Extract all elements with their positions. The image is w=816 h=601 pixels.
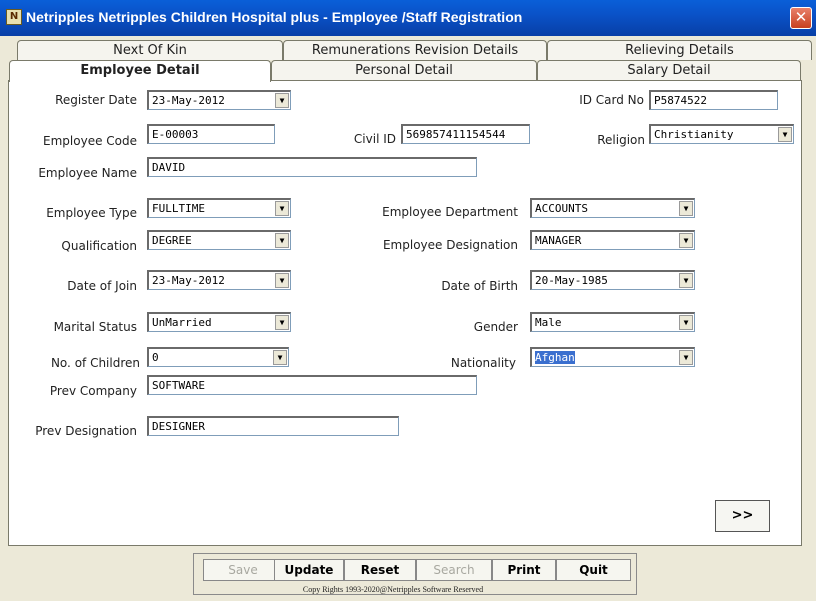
- date-of-join-value: 23-May-2012: [152, 274, 225, 287]
- civil-id-input[interactable]: 569857411154544: [401, 124, 530, 144]
- employee-type-value: FULLTIME: [152, 202, 205, 215]
- qualification-label: Qualification: [61, 239, 137, 253]
- gender-value: Male: [535, 316, 562, 329]
- title-bar[interactable]: N Netripples Netripples Children Hospita…: [0, 0, 816, 36]
- prev-designation-input[interactable]: DESIGNER: [147, 416, 399, 436]
- no-of-children-label: No. of Children: [50, 356, 140, 370]
- search-button[interactable]: Search: [416, 559, 492, 581]
- register-date-combo[interactable]: 23-May-2012 ▼: [147, 90, 291, 110]
- employee-name-input[interactable]: DAVID: [147, 157, 477, 177]
- chevron-down-icon[interactable]: ▼: [273, 350, 287, 365]
- chevron-down-icon[interactable]: ▼: [778, 127, 792, 142]
- id-card-no-label: ID Card No: [579, 93, 644, 107]
- civil-id-label: Civil ID: [353, 132, 396, 146]
- chevron-down-icon[interactable]: ▼: [275, 233, 289, 248]
- employee-designation-combo[interactable]: MANAGER ▼: [530, 230, 695, 250]
- employee-code-input[interactable]: E-00003: [147, 124, 275, 144]
- registration-window: N Netripples Netripples Children Hospita…: [0, 0, 816, 601]
- tab-remunerations-revision[interactable]: Remunerations Revision Details: [283, 40, 547, 60]
- marital-status-value: UnMarried: [152, 316, 212, 329]
- copyright-text: Copy Rights 1993-2020@Netripples Softwar…: [302, 585, 484, 594]
- chevron-down-icon[interactable]: ▼: [679, 233, 693, 248]
- id-card-no-input[interactable]: P5874522: [649, 90, 778, 110]
- date-of-join-combo[interactable]: 23-May-2012 ▼: [147, 270, 291, 290]
- date-of-birth-label: Date of Birth: [441, 279, 518, 293]
- employee-department-label: Employee Department: [382, 205, 518, 219]
- next-page-button[interactable]: >>: [715, 500, 770, 532]
- gender-label: Gender: [473, 320, 518, 334]
- employee-type-label: Employee Type: [46, 206, 137, 220]
- gender-combo[interactable]: Male ▼: [530, 312, 695, 332]
- prev-company-input[interactable]: SOFTWARE: [147, 375, 477, 395]
- tab-salary-detail[interactable]: Salary Detail: [537, 60, 801, 80]
- register-date-label: Register Date: [55, 93, 137, 107]
- chevron-down-icon[interactable]: ▼: [275, 315, 289, 330]
- religion-label: Religion: [597, 133, 645, 147]
- nationality-value: Afghan: [535, 351, 575, 364]
- chevron-down-icon[interactable]: ▼: [275, 201, 289, 216]
- employee-department-combo[interactable]: ACCOUNTS ▼: [530, 198, 695, 218]
- marital-status-label: Marital Status: [53, 320, 137, 334]
- quit-button[interactable]: Quit: [556, 559, 631, 581]
- date-of-join-label: Date of Join: [67, 279, 137, 293]
- tab-next-of-kin[interactable]: Next Of Kin: [17, 40, 283, 60]
- marital-status-combo[interactable]: UnMarried ▼: [147, 312, 291, 332]
- employee-department-value: ACCOUNTS: [535, 202, 588, 215]
- date-of-birth-combo[interactable]: 20-May-1985 ▼: [530, 270, 695, 290]
- chevron-down-icon[interactable]: ▼: [679, 315, 693, 330]
- employee-designation-value: MANAGER: [535, 234, 582, 247]
- prev-company-label: Prev Company: [49, 384, 137, 398]
- nationality-label: Nationality: [450, 356, 516, 370]
- close-button[interactable]: ✕: [790, 7, 812, 29]
- app-icon: N: [6, 9, 22, 25]
- tab-employee-detail[interactable]: Employee Detail: [9, 60, 271, 82]
- qualification-combo[interactable]: DEGREE ▼: [147, 230, 291, 250]
- chevron-down-icon[interactable]: ▼: [275, 273, 289, 288]
- employee-name-label: Employee Name: [38, 166, 137, 180]
- employee-type-combo[interactable]: FULLTIME ▼: [147, 198, 291, 218]
- save-button[interactable]: Save: [203, 559, 283, 581]
- nationality-combo[interactable]: Afghan ▼: [530, 347, 695, 367]
- tab-personal-detail[interactable]: Personal Detail: [271, 60, 537, 80]
- religion-combo[interactable]: Christianity ▼: [649, 124, 794, 144]
- qualification-value: DEGREE: [152, 234, 192, 247]
- reset-button[interactable]: Reset: [344, 559, 416, 581]
- tab-relieving-details[interactable]: Relieving Details: [547, 40, 812, 60]
- no-of-children-combo[interactable]: 0 ▼: [147, 347, 289, 367]
- employee-designation-label: Employee Designation: [382, 238, 518, 252]
- chevron-down-icon[interactable]: ▼: [275, 93, 289, 108]
- chevron-down-icon[interactable]: ▼: [679, 273, 693, 288]
- employee-code-label: Employee Code: [43, 134, 137, 148]
- chevron-down-icon[interactable]: ▼: [679, 201, 693, 216]
- window-title: Netripples Netripples Children Hospital …: [26, 9, 523, 25]
- update-button[interactable]: Update: [274, 559, 344, 581]
- register-date-value: 23-May-2012: [152, 94, 225, 107]
- religion-value: Christianity: [654, 128, 734, 141]
- date-of-birth-value: 20-May-1985: [535, 274, 608, 287]
- no-of-children-value: 0: [152, 351, 159, 364]
- print-button[interactable]: Print: [492, 559, 556, 581]
- prev-designation-label: Prev Designation: [35, 424, 137, 438]
- chevron-down-icon[interactable]: ▼: [679, 350, 693, 365]
